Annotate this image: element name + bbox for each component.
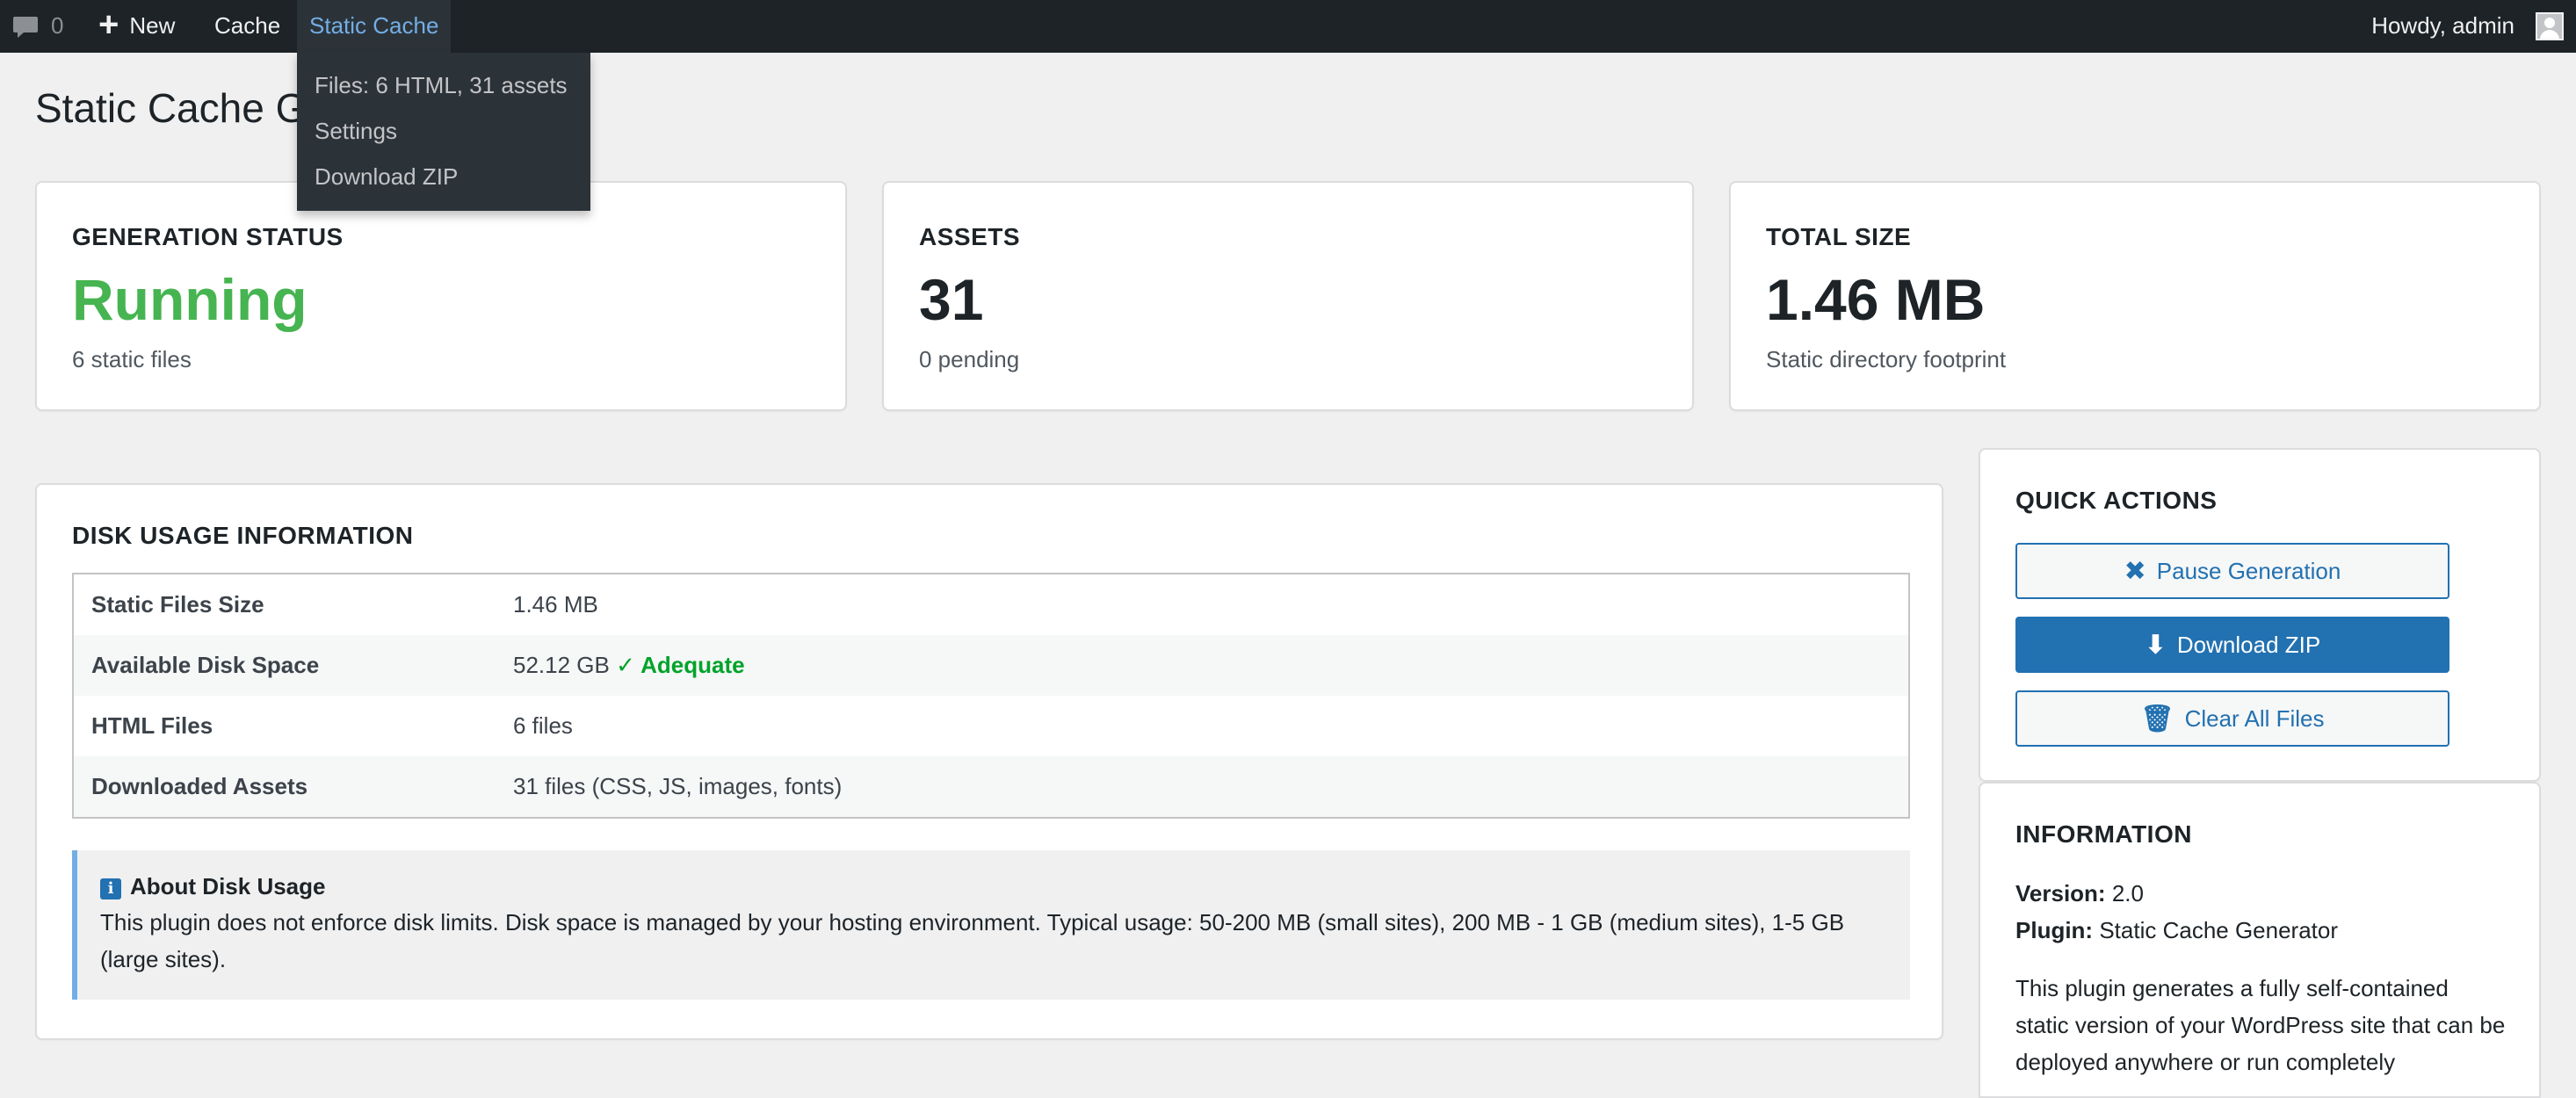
new-content-menu[interactable]: + New — [98, 0, 175, 53]
total-size-sub: Static directory footprint — [1766, 346, 2007, 372]
information-title: INFORMATION — [2015, 820, 2192, 848]
cache-menu[interactable]: Cache — [214, 0, 280, 53]
plugin-description: This plugin generates a fully self-conta… — [2015, 975, 2506, 1075]
information-card: INFORMATION Version: 2.0 Plugin: Static … — [1979, 782, 2541, 1098]
card-title: GENERATION STATUS — [72, 223, 344, 250]
new-label: New — [129, 12, 176, 39]
account-menu[interactable]: Howdy, admin — [2371, 0, 2514, 53]
total-size-value: 1.46 MB — [1766, 267, 1986, 332]
disk-usage-title: DISK USAGE INFORMATION — [72, 522, 414, 549]
disk-usage-notice: i About Disk Usage This plugin does not e… — [72, 850, 1910, 1000]
static-cache-menu[interactable]: Static Cache — [297, 0, 452, 53]
version-label: Version: — [2015, 880, 2106, 907]
assets-card: ASSETS 31 0 pending — [882, 181, 1694, 411]
plus-icon: + — [98, 5, 119, 45]
adequate-status: ✓ Adequate — [616, 652, 745, 678]
card-title: TOTAL SIZE — [1766, 223, 1912, 250]
dropdown-item-download-zip[interactable]: Download ZIP — [315, 163, 458, 191]
assets-sub: 0 pending — [919, 346, 1020, 372]
dropdown-item-settings[interactable]: Settings — [315, 118, 397, 145]
version-line: Version: 2.0 — [2015, 880, 2144, 907]
info-icon: i — [100, 878, 121, 899]
row-label: Static Files Size — [91, 591, 264, 618]
plugin-line: Plugin: Static Cache Generator — [2015, 917, 2338, 944]
version-value: 2.0 — [2111, 880, 2144, 907]
plugin-label: Plugin: — [2015, 917, 2094, 943]
plugin-value: Static Cache Generator — [2099, 917, 2339, 943]
quick-actions-title: QUICK ACTIONS — [2015, 487, 2218, 514]
pause-generation-button[interactable]: ✖ Pause Generation — [2015, 543, 2449, 599]
row-value-cell: 52.12 GB ✓ Adequate — [496, 635, 1909, 696]
download-label: Download ZIP — [2176, 632, 2321, 658]
trash-icon: 🗑 — [2140, 704, 2174, 733]
comments-count: 0 — [51, 12, 64, 39]
clear-all-files-button[interactable]: 🗑 Clear All Files — [2015, 690, 2449, 747]
close-icon: ✖ — [2124, 557, 2146, 586]
table-row: Downloaded Assets 31 files (CSS, JS, ima… — [73, 756, 1909, 818]
table-row: Static Files Size 1.46 MB — [73, 574, 1909, 635]
notice-heading: i About Disk Usage — [100, 873, 1884, 900]
generation-status-card: GENERATION STATUS Running 6 static files — [35, 181, 847, 411]
row-label: HTML Files — [91, 712, 213, 739]
comments-menu[interactable]: 0 — [12, 0, 63, 53]
row-value: 6 files — [513, 712, 573, 739]
admin-bar: 0 + New Cache Static Cache Howdy, admin — [0, 0, 2576, 53]
assets-value: 31 — [919, 267, 984, 332]
row-value: 1.46 MB — [513, 591, 598, 618]
total-size-card: TOTAL SIZE 1.46 MB Static directory foot… — [1729, 181, 2541, 411]
card-title: ASSETS — [919, 223, 1021, 250]
row-label: Available Disk Space — [73, 635, 496, 696]
clear-label: Clear All Files — [2184, 705, 2325, 732]
row-value: 52.12 GB — [513, 652, 610, 678]
disk-usage-card: DISK USAGE INFORMATION Static Files Size… — [35, 483, 1943, 1040]
avatar[interactable] — [2536, 12, 2564, 40]
download-zip-button[interactable]: ⬇ Download ZIP — [2015, 617, 2449, 673]
row-value: 31 files (CSS, JS, images, fonts) — [496, 756, 1909, 818]
table-row: Available Disk Space 52.12 GB ✓ Adequate — [73, 635, 1909, 696]
quick-actions-card: QUICK ACTIONS ✖ Pause Generation ⬇ Downloa… — [1979, 448, 2541, 782]
notice-title: About Disk Usage — [130, 873, 326, 899]
static-cache-dropdown: Files: 6 HTML, 31 assets Settings Downlo… — [297, 53, 590, 211]
dropdown-item-files[interactable]: Files: 6 HTML, 31 assets — [315, 72, 568, 99]
generation-status-sub: 6 static files — [72, 346, 192, 372]
download-icon: ⬇ — [2144, 631, 2167, 660]
disk-usage-table: Static Files Size 1.46 MB Available Disk… — [72, 573, 1910, 819]
comment-icon — [13, 17, 38, 39]
generation-status-value: Running — [72, 267, 308, 332]
notice-text: This plugin does not enforce disk limits… — [100, 909, 1845, 972]
table-row: HTML Files 6 files — [73, 696, 1909, 756]
row-label: Downloaded Assets — [73, 756, 496, 818]
pause-label: Pause Generation — [2156, 558, 2341, 584]
page-title: Static Cache G — [35, 85, 308, 131]
